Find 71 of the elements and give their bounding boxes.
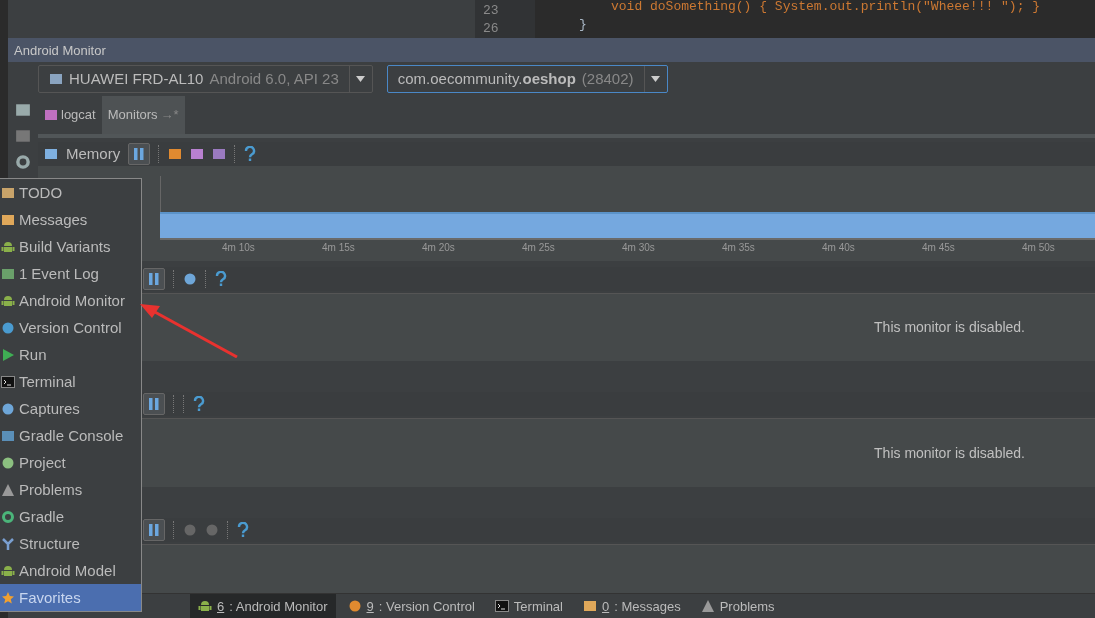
menu-item[interactable]: Run [0, 341, 141, 368]
pause-button[interactable] [128, 142, 151, 165]
star-icon [1, 590, 15, 605]
tick-label: 4m 35s [722, 241, 756, 253]
menu-item[interactable]: Gradle Console [0, 422, 141, 449]
code-line: void doSomething() { System.out.println("Wheee!!! "); } [610, 0, 1041, 16]
menu-item[interactable]: Project [0, 449, 141, 476]
tick-label: 4m 20s [422, 241, 456, 253]
menu-item[interactable]: Android Monitor [0, 287, 141, 314]
line-number: 26 [482, 20, 500, 38]
menu-item[interactable]: Problems [0, 476, 141, 503]
pause-icon [149, 272, 159, 285]
disabled-message: This monitor is disabled. [874, 445, 1025, 462]
tab[interactable]: logcat [38, 95, 102, 134]
pause-button[interactable] [143, 393, 165, 416]
tick-label: 4m 45s [922, 241, 956, 253]
warning-icon [700, 599, 715, 613]
terminal-icon [494, 599, 509, 613]
tick-label: 4m 30s [622, 241, 656, 253]
menu-item[interactable]: Version Control [0, 314, 141, 341]
android-icon [1, 239, 15, 254]
menu-item[interactable]: 1 Event Log [0, 260, 141, 287]
android-icon [1, 563, 15, 578]
dot-icon [183, 523, 197, 538]
tool-tab[interactable]: Terminal [486, 594, 571, 618]
menu-item[interactable]: Build Variants [0, 233, 141, 260]
tick-label: 4m 40s [822, 241, 856, 253]
line-number: 23 [482, 2, 500, 20]
tab[interactable]: Monitors →* [101, 95, 185, 134]
android-icon [1, 293, 15, 308]
chart-icon [44, 146, 58, 161]
gradle-icon [1, 509, 15, 524]
help-icon[interactable] [244, 145, 257, 162]
help-icon[interactable] [237, 522, 249, 539]
menu-item[interactable]: TODO [0, 179, 141, 206]
tick-label: 4m 10s [222, 241, 256, 253]
tool-tab[interactable]: 9 : Version Control [339, 594, 483, 618]
tick-label: 4m 15s [322, 241, 356, 253]
play-icon [1, 347, 15, 362]
menu-item[interactable]: Structure [0, 530, 141, 557]
tool-tab[interactable]: 6 : Android Monitor [190, 594, 336, 618]
tick-label: 4m 25s [522, 241, 556, 253]
warning-icon [1, 482, 15, 497]
caret-icon [356, 75, 366, 82]
pause-icon [134, 147, 145, 160]
menu-item[interactable]: Messages [0, 206, 141, 233]
menu-item[interactable]: Captures [0, 395, 141, 422]
disabled-message: This monitor is disabled. [874, 319, 1025, 336]
help-icon[interactable] [215, 270, 227, 287]
pause-button[interactable] [143, 267, 165, 290]
code-line: } [578, 16, 587, 34]
logcat-icon [44, 107, 58, 122]
device-dropdown[interactable]: HUAWEI FRD-AL10 Android 6.0, API 23 [38, 64, 373, 93]
menu-item[interactable]: Gradle [0, 503, 141, 530]
menu-item[interactable]: Terminal [0, 368, 141, 395]
structure-icon [1, 536, 15, 551]
tool-window-title: Android Monitor [8, 38, 1095, 62]
tool-tab[interactable]: Problems [692, 594, 783, 618]
pause-icon [149, 524, 159, 537]
pause-icon [149, 398, 159, 411]
menu-item[interactable]: Favorites [0, 584, 141, 611]
pause-button[interactable] [143, 519, 165, 542]
menu-item[interactable]: Android Model [0, 557, 141, 584]
process-dropdown[interactable]: com.oecommunity.oeshop (28402) [386, 64, 668, 93]
tool-tab[interactable]: 0 : Messages [575, 594, 689, 618]
caret-icon [651, 75, 661, 82]
help-icon[interactable] [193, 396, 205, 413]
tick-label: 4m 50s [1022, 241, 1056, 253]
android-icon [198, 599, 212, 613]
monitor-title: Memory [66, 145, 121, 163]
stop-icon [15, 128, 31, 144]
